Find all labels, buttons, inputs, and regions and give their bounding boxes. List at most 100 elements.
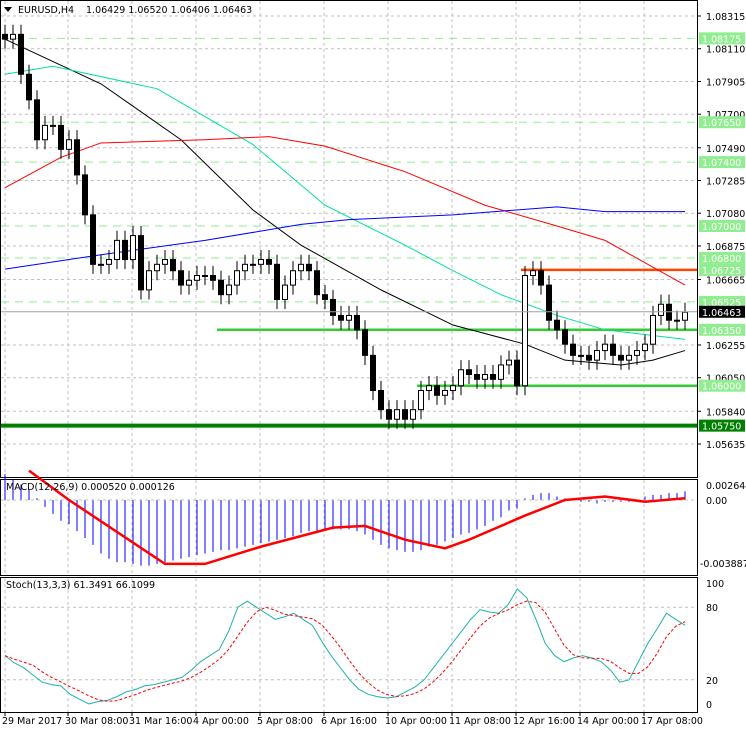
candle-body: [114, 239, 120, 261]
level-label: 1.07000: [702, 222, 741, 233]
macd-axis-label: -0.003887: [700, 559, 746, 570]
candle-body: [298, 263, 304, 272]
stoch-axis-label: 0: [706, 700, 712, 711]
candle-body: [658, 303, 664, 316]
time-tick-label: 11 Apr 08:00: [449, 716, 511, 727]
time-tick-label: 17 Apr 08:00: [641, 716, 703, 727]
level-label: 1.06000: [702, 382, 741, 393]
chart-ohlc: 1.06429 1.06520 1.06406 1.06463: [86, 5, 252, 16]
candle-body: [106, 259, 112, 265]
price-tick-label: 1.07490: [706, 144, 745, 155]
price-tick-label: 1.07080: [706, 209, 745, 220]
price-tick-label: 1.08315: [706, 12, 745, 23]
candle-body: [442, 389, 448, 396]
candle-body: [570, 343, 576, 356]
time-tick-label: 14 Apr 00:00: [577, 716, 639, 727]
candle-body: [2, 33, 8, 40]
price-tick-label: 1.07905: [706, 77, 745, 88]
candle-body: [466, 369, 472, 376]
candle-body: [154, 263, 160, 272]
price-tick-label: 1.06255: [706, 341, 745, 352]
candle-body: [274, 263, 280, 300]
candle-body: [98, 263, 104, 266]
candle-body: [138, 235, 144, 291]
candle-body: [170, 259, 176, 272]
candle-body: [418, 389, 424, 411]
candle-body: [178, 270, 184, 286]
time-tick-label: 10 Apr 00:00: [385, 716, 447, 727]
candle-body: [234, 270, 240, 286]
stoch-axis-label: 100: [706, 579, 724, 590]
macd-title: MACD(12,26,9) 0.000520 0.000126: [6, 482, 175, 493]
candle-body: [194, 275, 200, 281]
candle-body: [370, 354, 376, 391]
level-label: 1.05750: [702, 422, 741, 433]
candle-body: [434, 385, 440, 396]
candle-body: [426, 385, 432, 391]
candle-body: [458, 369, 464, 387]
stoch-axis-label: 80: [706, 603, 718, 614]
candle-body: [314, 270, 320, 296]
candle-body: [618, 354, 624, 361]
candle-body: [90, 214, 96, 265]
candle-body: [218, 279, 224, 296]
candle-body: [450, 385, 456, 391]
candle-body: [482, 374, 488, 380]
price-tick-label: 1.06665: [706, 276, 745, 287]
candle-body: [226, 284, 232, 296]
candle-body: [682, 311, 688, 321]
candle-body: [306, 263, 312, 272]
candle-body: [586, 354, 592, 361]
macd-axis-label: 0.00: [706, 496, 727, 507]
candle-body: [242, 263, 248, 272]
candle-body: [58, 124, 64, 150]
candle-body: [338, 314, 344, 321]
candle-body: [490, 374, 496, 380]
candle-body: [130, 235, 136, 261]
candle-body: [26, 73, 32, 101]
candle-body: [642, 343, 648, 352]
candle-body: [602, 343, 608, 352]
chart-canvas[interactable]: 1.083151.081101.079051.077001.074901.072…: [0, 0, 746, 731]
candle-body: [626, 354, 632, 361]
level-label: 1.08175: [702, 34, 741, 45]
candle-body: [674, 319, 680, 322]
candle-body: [634, 350, 640, 356]
candle-body: [554, 319, 560, 331]
candle-body: [330, 298, 336, 316]
level-label: 1.07650: [702, 118, 741, 129]
candle-body: [610, 343, 616, 356]
time-tick-label: 12 Apr 16:00: [513, 716, 575, 727]
candle-body: [354, 314, 360, 331]
candle-body: [146, 270, 152, 291]
candle-body: [378, 389, 384, 411]
level-label: 1.07400: [702, 158, 741, 169]
candle-body: [346, 314, 352, 321]
candle-body: [162, 259, 168, 265]
candle-body: [474, 374, 480, 380]
time-tick-label: 4 Apr 00:00: [193, 716, 249, 727]
price-tick-label: 1.05635: [706, 440, 745, 451]
time-tick-label: 5 Apr 08:00: [257, 716, 313, 727]
candle-body: [82, 174, 88, 216]
candle-body: [650, 314, 656, 345]
price-tick-label: 1.08110: [706, 45, 745, 56]
candle-body: [522, 275, 528, 387]
level-label: 1.06350: [702, 326, 741, 337]
candle-body: [42, 124, 48, 141]
stoch-pane: [0, 577, 698, 713]
candle-body: [186, 279, 192, 286]
candle-body: [578, 354, 584, 357]
candle-body: [290, 270, 296, 286]
level-label: 1.06725: [702, 266, 741, 277]
macd-axis-label: 0.002644: [706, 481, 746, 492]
price-tick-label: 1.07285: [706, 176, 745, 187]
candle-body: [282, 284, 288, 300]
candle-body: [50, 124, 56, 127]
price-tick-label: 1.06875: [706, 242, 745, 253]
candle-body: [402, 409, 408, 420]
time-tick-label: 6 Apr 16:00: [321, 716, 377, 727]
candle-body: [514, 359, 520, 387]
stoch-title: Stoch(13,3,3) 61.3491 66.1099: [6, 580, 155, 591]
time-tick-label: 30 Mar 08:00: [65, 716, 128, 727]
